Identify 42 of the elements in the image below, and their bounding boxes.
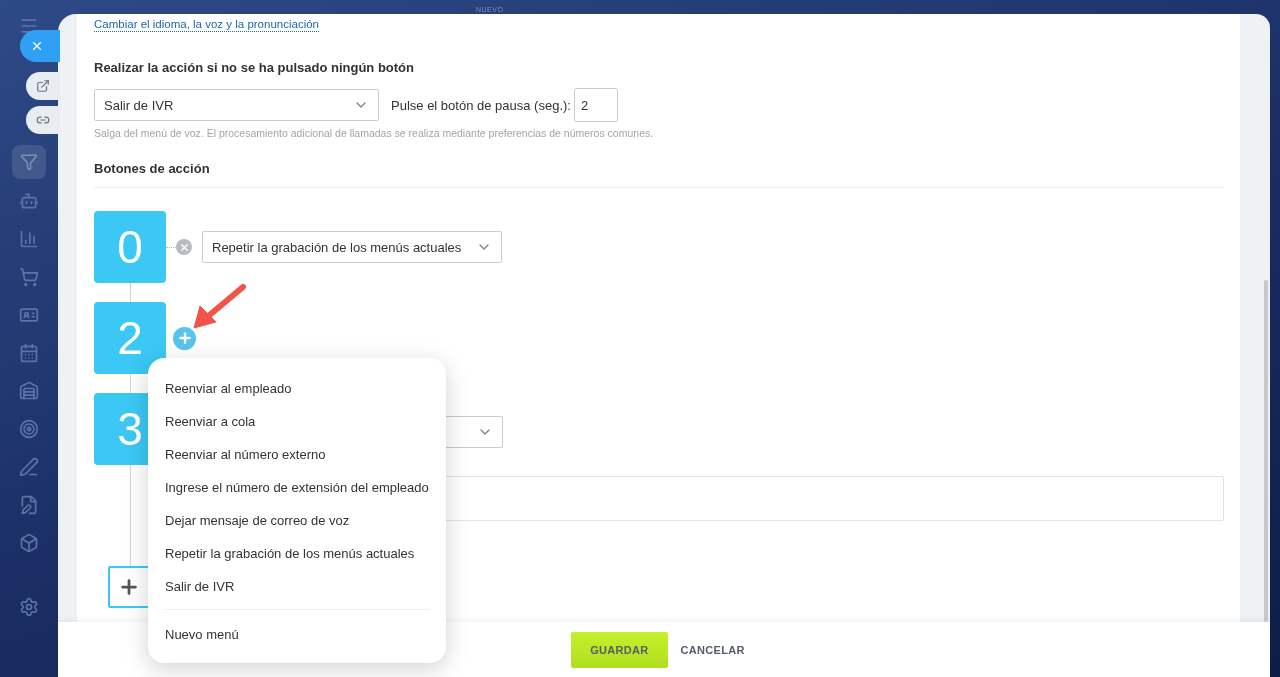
- plus-icon: [118, 576, 140, 598]
- pause-input[interactable]: 2: [573, 88, 618, 122]
- menu-item[interactable]: Ingrese el número de extensión del empleado: [165, 471, 430, 504]
- document-edit-icon[interactable]: [19, 495, 39, 515]
- link-icon: [36, 113, 50, 127]
- id-card-icon[interactable]: [19, 305, 39, 325]
- pause-label: Pulse el botón de pausa (seg.):: [391, 97, 571, 113]
- menu-item[interactable]: Reenviar al empleado: [165, 372, 430, 405]
- menu-item[interactable]: Repetir la grabación de los menús actuales: [165, 537, 430, 570]
- remove-icon[interactable]: [176, 239, 192, 255]
- action-select[interactable]: Repetir la grabación de los menús actuales: [202, 231, 502, 263]
- add-button[interactable]: [108, 566, 150, 608]
- cart-icon[interactable]: [19, 267, 39, 287]
- section-heading: Botones de acción: [94, 161, 211, 176]
- calendar-icon[interactable]: [19, 343, 39, 363]
- scrollbar-thumb[interactable]: [1264, 280, 1268, 622]
- menu-icon[interactable]: [19, 16, 39, 36]
- close-button[interactable]: [20, 30, 60, 62]
- save-button[interactable]: GUARDAR: [571, 631, 668, 668]
- section-heading: Realizar la acción si no se ha pulsado ningún botón: [94, 60, 415, 75]
- warehouse-icon[interactable]: [19, 381, 39, 401]
- language-link[interactable]: Cambiar el idioma, la voz y la pronunciación: [94, 17, 319, 32]
- external-link-icon: [36, 79, 50, 93]
- pen-icon[interactable]: [19, 457, 39, 477]
- menu-item[interactable]: Reenviar a cola: [165, 405, 430, 438]
- action-select[interactable]: Salir de IVR: [94, 89, 379, 121]
- menu-item[interactable]: Reenviar al número externo: [165, 438, 430, 471]
- menu-item[interactable]: Dejar mensaje de correo de voz: [165, 504, 430, 537]
- cube-icon[interactable]: [19, 533, 39, 553]
- cancel-button[interactable]: CANCELAR: [680, 631, 745, 668]
- bar-chart-icon[interactable]: [19, 229, 39, 249]
- link-button[interactable]: [26, 106, 60, 134]
- menu-item[interactable]: Salir de IVR: [165, 570, 430, 603]
- hint-text: Salga del menú de voz. El procesamiento adicional de llamadas se realiza mediante preferencias de números comunes.: [94, 127, 655, 139]
- filter-icon[interactable]: [12, 145, 46, 179]
- close-icon: [30, 39, 44, 53]
- open-external-button[interactable]: [26, 72, 60, 100]
- robot-icon[interactable]: [19, 191, 39, 211]
- target-icon[interactable]: [19, 419, 39, 439]
- settings-icon[interactable]: [19, 597, 39, 617]
- add-icon[interactable]: [173, 326, 196, 350]
- menu-item[interactable]: Nuevo menú: [165, 618, 430, 651]
